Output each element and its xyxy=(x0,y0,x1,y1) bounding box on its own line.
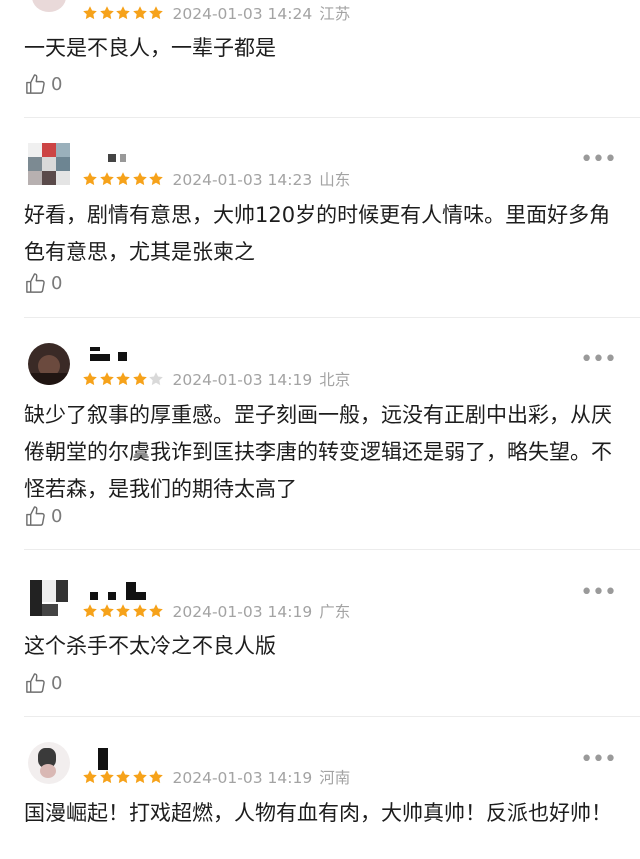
avatar[interactable] xyxy=(28,0,70,18)
star-icon xyxy=(99,604,114,618)
review-text: 缺少了叙事的厚重感。罡子刻画一般，远没有正剧中出彩，从厌倦朝堂的尔虞我诈到匡扶李… xyxy=(24,403,612,501)
thumbs-up-icon xyxy=(26,505,45,526)
star-icon xyxy=(149,604,163,618)
review-date: 2024-01-03 14:23 xyxy=(172,171,313,189)
divider xyxy=(24,549,640,550)
star-icon xyxy=(149,172,163,186)
avatar[interactable] xyxy=(28,143,70,185)
star-icon xyxy=(116,770,130,784)
username-redacted xyxy=(88,347,138,361)
divider xyxy=(24,317,640,318)
thumbs-up-icon xyxy=(26,73,45,94)
review-text: 这个杀手不太冷之不良人版 xyxy=(24,634,276,658)
star-icon xyxy=(116,172,130,186)
star-icon xyxy=(83,604,97,618)
like-count: 0 xyxy=(51,73,63,95)
star-icon xyxy=(132,770,147,784)
thumbs-up-icon xyxy=(26,272,45,293)
like-button[interactable]: 0 xyxy=(24,71,62,97)
review-meta: 2024-01-03 14:23 山东 xyxy=(82,168,350,190)
avatar[interactable] xyxy=(28,576,70,618)
star-rating xyxy=(82,769,165,785)
username-redacted xyxy=(88,748,118,770)
like-button[interactable]: 0 xyxy=(24,270,62,296)
star-icon xyxy=(116,372,130,386)
review-location: 河南 xyxy=(319,769,351,787)
star-icon xyxy=(83,770,97,784)
review-location: 山东 xyxy=(319,171,351,189)
username-redacted xyxy=(88,154,128,168)
like-count: 0 xyxy=(51,272,63,294)
star-rating xyxy=(82,171,165,187)
star-icon xyxy=(132,6,147,20)
star-icon xyxy=(99,770,114,784)
review-meta: 2024-01-03 14:24 江苏 xyxy=(82,2,350,24)
thumbs-up-icon xyxy=(26,672,45,693)
review-location: 北京 xyxy=(319,371,351,389)
more-options-icon[interactable]: ••• xyxy=(580,749,617,771)
star-icon xyxy=(149,770,163,784)
star-icon xyxy=(149,6,163,20)
review-text: 一天是不良人，一辈子都是 xyxy=(24,36,276,60)
star-icon xyxy=(83,372,97,386)
star-icon xyxy=(83,6,97,20)
review-location: 江苏 xyxy=(319,5,351,23)
star-rating xyxy=(82,5,165,21)
review-date: 2024-01-03 14:24 xyxy=(172,5,313,23)
review-meta: 2024-01-03 14:19 北京 xyxy=(82,368,350,390)
more-options-icon[interactable]: ••• xyxy=(580,582,617,604)
divider xyxy=(24,117,640,118)
more-options-icon[interactable]: ••• xyxy=(580,349,617,371)
star-icon xyxy=(149,372,163,386)
review-text: 国漫崛起！打戏超燃，人物有血有肉，大帅真帅！反派也好帅！ xyxy=(24,801,612,825)
review-meta: 2024-01-03 14:19 广东 xyxy=(82,600,350,622)
divider xyxy=(24,716,640,717)
star-icon xyxy=(99,172,114,186)
review-text: 好看，剧情有意思，大帅120岁的时候更有人情味。里面好多角色有意思，尤其是张柬之 xyxy=(24,203,611,264)
star-icon xyxy=(132,604,147,618)
star-rating xyxy=(82,603,165,619)
like-button[interactable]: 0 xyxy=(24,670,62,696)
more-options-icon[interactable]: ••• xyxy=(580,149,617,171)
star-icon xyxy=(116,604,130,618)
review-date: 2024-01-03 14:19 xyxy=(172,603,313,621)
star-icon xyxy=(83,172,97,186)
review-date: 2024-01-03 14:19 xyxy=(172,371,313,389)
avatar[interactable] xyxy=(28,742,70,784)
like-button[interactable]: 0 xyxy=(24,503,62,529)
star-icon xyxy=(132,372,147,386)
review-location: 广东 xyxy=(319,603,351,621)
like-count: 0 xyxy=(51,672,63,694)
review-meta: 2024-01-03 14:19 河南 xyxy=(82,766,350,788)
avatar[interactable] xyxy=(28,343,70,385)
review-date: 2024-01-03 14:19 xyxy=(172,769,313,787)
star-icon xyxy=(99,372,114,386)
like-count: 0 xyxy=(51,505,63,527)
star-icon xyxy=(132,172,147,186)
star-rating xyxy=(82,371,165,387)
star-icon xyxy=(99,6,114,20)
star-icon xyxy=(116,6,130,20)
